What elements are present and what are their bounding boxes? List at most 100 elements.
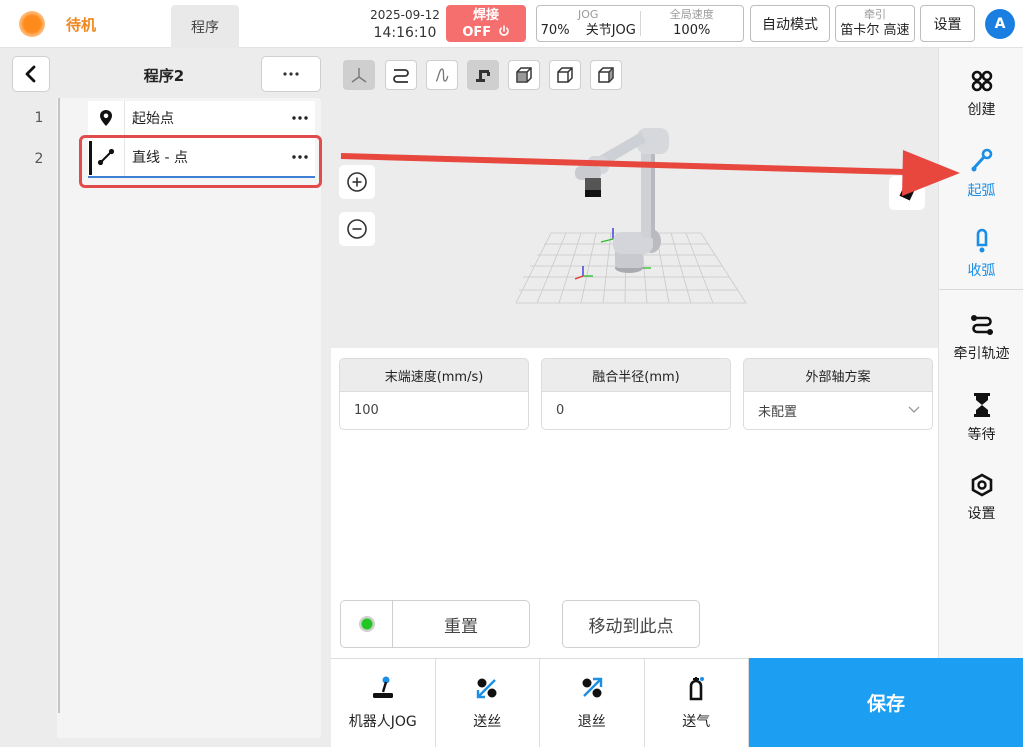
view-cube-front-button[interactable] <box>508 60 540 90</box>
program-tree: 1 起始点 2 直线 - 点 <box>11 98 321 738</box>
view-path-button[interactable] <box>385 60 417 90</box>
reset-button[interactable]: 重置 <box>393 601 529 647</box>
robot-jog-label: 机器人JOG <box>348 714 417 730</box>
wire-retract-label: 退丝 <box>577 714 606 730</box>
traction-mode-button[interactable]: 牵引 笛卡尔 高速 <box>835 5 915 42</box>
reset-control[interactable]: 重置 <box>340 600 530 648</box>
green-led-icon <box>358 616 375 632</box>
chevron-left-icon <box>25 65 36 83</box>
top-bar: 待机 程序 2025-09-12 14:16:10 焊接 OFF JOG 70%… <box>0 0 1023 48</box>
chevron-down-icon <box>908 406 920 413</box>
jog-section[interactable]: JOG 70% 关节JOG <box>537 6 640 41</box>
joystick-icon <box>372 676 393 698</box>
selection-highlight-box <box>79 135 322 188</box>
view-robot-button[interactable] <box>467 60 499 90</box>
program-more-button[interactable] <box>261 56 321 92</box>
tool-settings-button[interactable]: 设置 <box>939 466 1023 530</box>
weld-toggle-button[interactable]: 焊接 OFF <box>446 5 526 42</box>
tag-icon <box>899 183 915 201</box>
view-axes-button[interactable] <box>343 60 375 90</box>
traction-path-label: 牵引轨迹 <box>953 346 1010 362</box>
robot-arm-icon <box>476 70 490 82</box>
jog-percent: 70% <box>540 23 570 38</box>
settings-button[interactable]: 设置 <box>920 5 975 42</box>
robot-3d-viewer[interactable] <box>331 48 938 348</box>
external-axis-param: 外部轴方案 未配置 <box>743 358 933 430</box>
wire-retract-button[interactable]: 退丝 <box>540 659 645 747</box>
end-speed-param: 末端速度(mm/s) 100 <box>339 358 529 430</box>
save-button[interactable]: 保存 <box>749 658 1023 747</box>
trajectory-icon <box>435 68 449 82</box>
traction-value: 笛卡尔 高速 <box>840 23 910 38</box>
right-toolbar: 创建 起弧 收弧 牵引轨迹 等待 设置 <box>938 48 1023 658</box>
tag-marker-button[interactable] <box>889 176 925 210</box>
zoom-in-button[interactable] <box>339 165 375 199</box>
arc-end-button[interactable]: 收弧 <box>939 222 1023 286</box>
line-number: 1 <box>34 110 44 126</box>
back-button[interactable] <box>12 56 50 92</box>
end-speed-input[interactable]: 100 <box>339 391 529 430</box>
robot-3d-model <box>515 128 747 304</box>
arc-end-icon <box>976 228 987 253</box>
view-trajectory-button[interactable] <box>426 60 458 90</box>
line-label: 起始点 <box>132 111 174 127</box>
tab-program[interactable]: 程序 <box>171 5 239 48</box>
robot-jog-button[interactable]: 机器人JOG <box>331 659 436 747</box>
wire-feed-label: 送丝 <box>473 714 502 730</box>
jog-speed-control[interactable]: JOG 70% 关节JOG 全局速度 100% <box>536 5 744 42</box>
path-icon <box>393 69 409 83</box>
arc-start-button[interactable]: 起弧 <box>939 142 1023 206</box>
wait-button[interactable]: 等待 <box>939 386 1023 450</box>
arc-end-label: 收弧 <box>967 263 996 279</box>
gas-feed-label: 送气 <box>682 714 711 730</box>
wire-feed-button[interactable]: 送丝 <box>436 659 540 747</box>
jog-label: JOG <box>578 8 599 21</box>
external-axis-select[interactable]: 未配置 <box>743 391 933 430</box>
create-icon <box>971 70 992 92</box>
blend-radius-label: 融合半径(mm) <box>541 358 731 391</box>
move-to-point-button[interactable]: 移动到此点 <box>562 600 700 648</box>
end-speed-label: 末端速度(mm/s) <box>339 358 529 391</box>
power-icon <box>498 25 509 36</box>
plus-circle-icon <box>347 172 367 192</box>
jog-value: 70% 关节JOG <box>537 22 640 40</box>
view-cube-side-button[interactable] <box>590 60 622 90</box>
weld-state: OFF <box>446 24 526 41</box>
gas-cylinder-icon <box>689 677 705 701</box>
global-speed-label: 全局速度 <box>669 8 714 21</box>
status-led <box>341 601 393 647</box>
wire-retract-icon <box>582 677 602 698</box>
create-button[interactable]: 创建 <box>939 62 1023 126</box>
view-cube-top-button[interactable] <box>549 60 581 90</box>
external-axis-value: 未配置 <box>758 405 798 420</box>
weld-label: 焊接 <box>472 8 499 23</box>
jog-mode: 关节JOG <box>585 23 636 38</box>
weld-state-text: OFF <box>462 25 492 40</box>
program-line-start-point[interactable]: 起始点 <box>88 101 315 135</box>
bottom-toolbar: 机器人JOG 送丝 退丝 送气 <box>331 658 749 747</box>
blend-radius-input[interactable]: 0 <box>541 391 731 430</box>
arc-start-icon <box>971 148 992 172</box>
global-speed-section[interactable]: 全局速度 100% <box>639 8 744 38</box>
traction-path-button[interactable]: 牵引轨迹 <box>939 306 1023 370</box>
avatar[interactable]: A <box>985 9 1015 39</box>
auto-mode-button[interactable]: 自动模式 <box>750 5 830 42</box>
create-label: 创建 <box>967 102 996 118</box>
blend-radius-param: 融合半径(mm) 0 <box>541 358 731 430</box>
line-more-button[interactable] <box>285 116 315 120</box>
datetime: 2025-09-12 14:16:10 <box>368 6 442 42</box>
traction-path-icon <box>970 315 993 335</box>
page-title: 程序2 <box>143 67 185 85</box>
traction-label: 牵引 <box>864 8 886 21</box>
tree-line <box>58 98 60 713</box>
gas-feed-button[interactable]: 送气 <box>645 659 749 747</box>
settings-hex-icon <box>971 473 992 497</box>
line-gutter <box>11 98 57 738</box>
wait-label: 等待 <box>967 427 996 443</box>
line-number: 2 <box>34 151 44 167</box>
minus-circle-icon <box>347 219 367 239</box>
zoom-out-button[interactable] <box>339 212 375 246</box>
cube-icon <box>516 67 532 83</box>
hourglass-icon <box>973 393 990 417</box>
more-horizontal-icon <box>283 72 299 76</box>
